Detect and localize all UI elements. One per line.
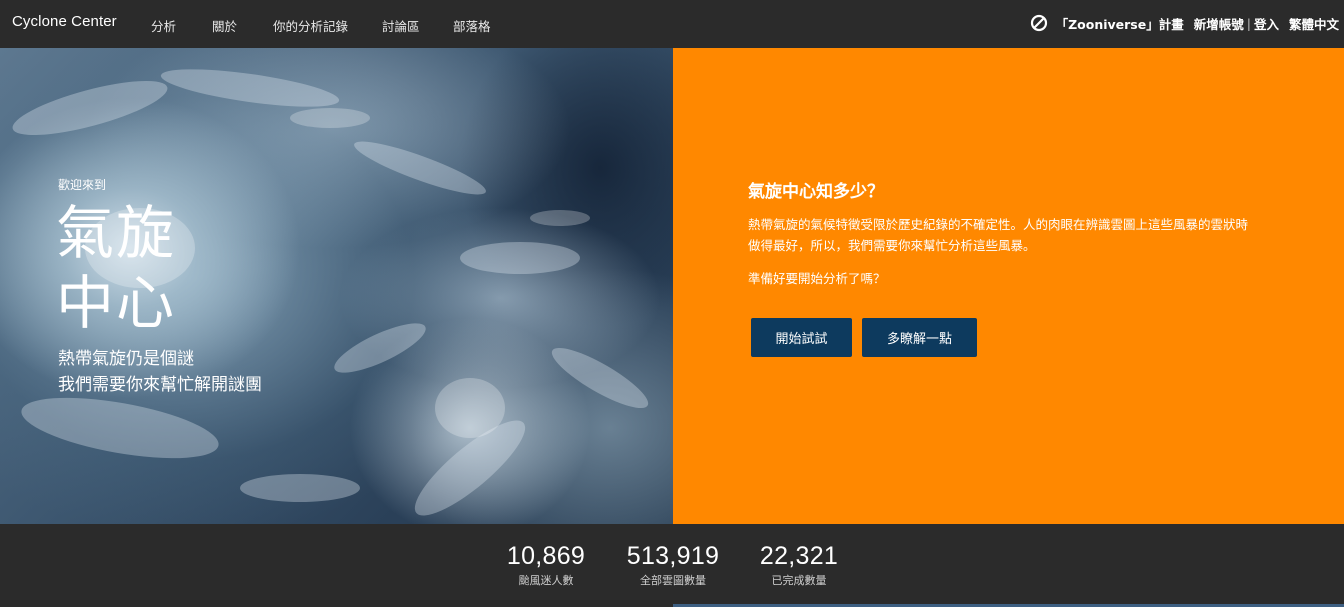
hero-title-line-1: 氣旋 (56, 199, 177, 267)
login-link[interactable]: 登入 (1254, 14, 1279, 33)
panel-title: 氣旋中心知多少？ (748, 182, 884, 202)
stat-label: 全部雲圖數量 (640, 574, 706, 587)
tagline-line-2: 我們需要你來幫忙解開謎團 (58, 375, 262, 395)
nav-item-talk[interactable]: 討論區 (382, 16, 420, 35)
stat-value: 22,321 (759, 542, 839, 570)
start-button[interactable]: 開始試試 (751, 318, 852, 357)
stat-label: 颱風迷人數 (518, 574, 574, 587)
language-selector[interactable]: 繁體中文 (1289, 14, 1339, 33)
account-nav: 「Zooniverse」計畫 新增帳號 | 登入 繁體中文 (1030, 13, 1339, 33)
stats-bar: 10,869 颱風迷人數 513,919 全部雲圖數量 22,321 已完成數量 (0, 524, 1344, 607)
learn-more-button[interactable]: 多瞭解一點 (862, 318, 977, 357)
tagline-line-1: 熱帶氣旋仍是個謎 (58, 349, 194, 369)
stat-total-images: 513,919 全部雲圖數量 (626, 542, 720, 588)
hero-title: 氣旋 中心 (56, 198, 256, 338)
top-navigation-bar: Cyclone Center 分析 關於 你的分析記錄 討論區 部落格 「Zoo… (0, 0, 1344, 48)
separator: | (1246, 15, 1251, 31)
nav-item-about[interactable]: 關於 (212, 16, 237, 35)
zooniverse-logo-icon[interactable] (1030, 14, 1048, 32)
stat-value: 513,919 (626, 542, 720, 570)
welcome-text: 歡迎來到 (58, 178, 107, 192)
hero-tagline: 熱帶氣旋仍是個謎 我們需要你來幫忙解開謎團 (58, 346, 262, 398)
nav-item-classify[interactable]: 分析 (151, 16, 176, 35)
stat-value: 10,869 (506, 542, 586, 570)
hero-title-line-2: 中心 (56, 269, 177, 337)
intro-panel: 氣旋中心知多少？ 熱帶氣旋的氣候特徵受限於歷史紀錄的不確定性。人的肉眼在辨識雲圖… (673, 48, 1344, 524)
panel-ready-prompt: 準備好要開始分析了嗎？ (748, 271, 886, 286)
nav-item-blog[interactable]: 部落格 (453, 16, 491, 35)
nav-item-my-classifications[interactable]: 你的分析記錄 (273, 16, 348, 35)
zooniverse-link[interactable]: 「Zooniverse」計畫 (1056, 14, 1184, 33)
stat-label: 已完成數量 (771, 574, 827, 587)
panel-description: 熱帶氣旋的氣候特徵受限於歷史紀錄的不確定性。人的肉眼在辨識雲圖上這些風暴的雲狀時… (748, 217, 1249, 253)
brand-link[interactable]: Cyclone Center (12, 13, 117, 30)
signup-link[interactable]: 新增帳號 (1194, 14, 1244, 33)
stat-volunteers: 10,869 颱風迷人數 (506, 542, 586, 588)
stat-completed: 22,321 已完成數量 (757, 542, 841, 588)
